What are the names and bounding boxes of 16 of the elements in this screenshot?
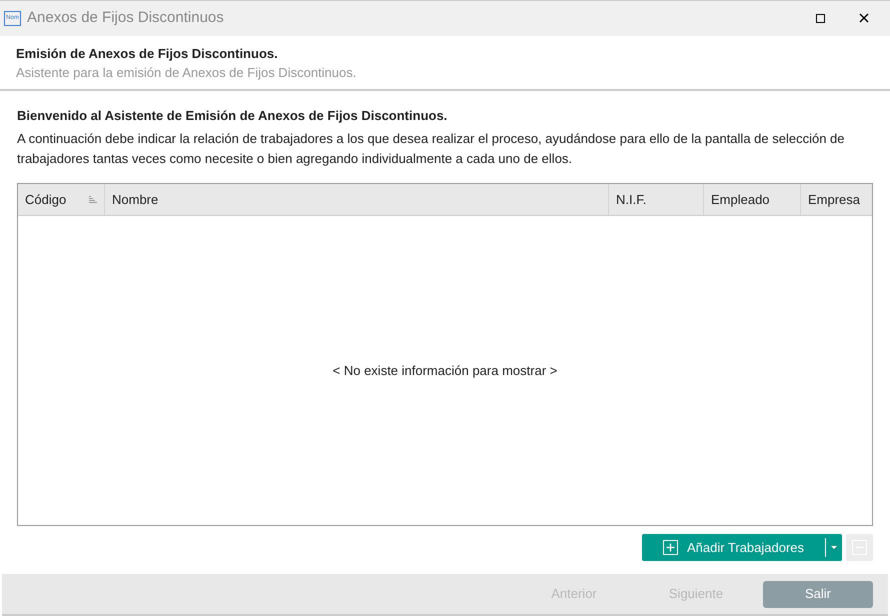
window-title: Anexos de Fijos Discontinuos — [27, 8, 224, 28]
intro-heading: Bienvenido al Asistente de Emisión de Anexos de Fijos Discontinuos. — [17, 106, 448, 125]
plus-icon — [662, 540, 678, 556]
close-icon — [859, 13, 869, 24]
empty-message: < No existe información para mostrar > — [332, 362, 558, 380]
column-header[interactable]: Empleado — [703, 184, 800, 216]
header-title: Emisión de Anexos de Fijos Discontinuos. — [16, 44, 279, 63]
column-header[interactable]: Nombre — [104, 184, 608, 216]
sort-icon — [89, 196, 97, 204]
caret-icon — [831, 546, 837, 550]
header-subtitle: Asistente para la emisión de Anexos de Fijos Discontinuos. — [16, 64, 358, 82]
intro-text: A continuación debe indicar la relación de trabajadores a los que desea realizar el proceso, ayudándose para ello de la pantalla de selección de trabajadores tantas veces como necesite o bien agregando individualmente a cada uno de ellos. — [17, 130, 846, 168]
column-header[interactable]: N.I.F. — [608, 184, 703, 216]
column-header[interactable]: Código — [18, 184, 104, 216]
maximize-icon — [816, 14, 824, 23]
column-header[interactable]: Empresa — [800, 184, 872, 216]
